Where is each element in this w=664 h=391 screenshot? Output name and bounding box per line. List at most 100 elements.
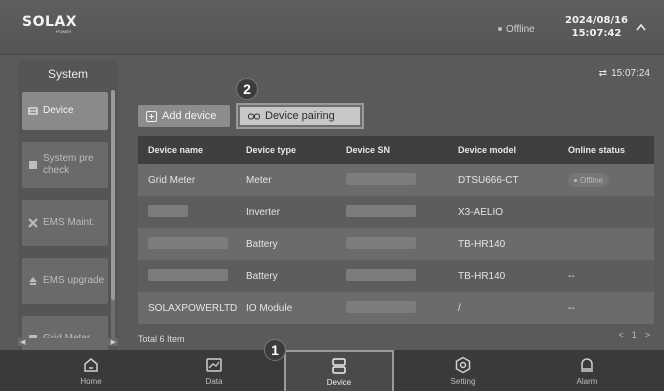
scroll-right-icon[interactable]: ▶ bbox=[111, 338, 116, 346]
device-stack-icon bbox=[332, 357, 346, 374]
logo-text: SOLAX bbox=[22, 14, 78, 30]
annotation-badge-2: 2 bbox=[236, 78, 258, 100]
sidebar-item-ems-upgrade[interactable]: EMS upgrade bbox=[22, 258, 108, 304]
total-count: Total 6 Item bbox=[138, 334, 185, 344]
cell-device-name bbox=[138, 204, 236, 220]
main-panel: ⇄ 15:07:24 Add device Device pairing 2 D… bbox=[124, 60, 664, 350]
cell-device-sn bbox=[336, 172, 448, 188]
bottom-nav: Home Data Device Setting Alarm bbox=[0, 350, 664, 391]
nav-label: Data bbox=[205, 376, 223, 386]
cell-device-model: TB-HR140 bbox=[458, 238, 506, 250]
redacted-name bbox=[148, 204, 188, 217]
status-pill-text: Offline bbox=[580, 175, 603, 185]
sidebar-horizontal-scrollbar[interactable]: ◀ ▶ bbox=[18, 338, 118, 346]
device-pairing-button[interactable]: Device pairing bbox=[238, 105, 362, 127]
add-device-button[interactable]: Add device bbox=[138, 105, 230, 127]
sidebar-item-system-pre-check[interactable]: System pre check bbox=[22, 142, 108, 188]
alarm-icon bbox=[581, 357, 593, 372]
status-dot-icon bbox=[574, 178, 577, 182]
refresh-indicator[interactable]: ⇄ 15:07:24 bbox=[599, 68, 650, 79]
sidebar-item-device[interactable]: Device bbox=[22, 92, 108, 130]
time-text: 15:07:42 bbox=[571, 28, 622, 39]
table-row[interactable]: Inverter X3-AELIO bbox=[138, 196, 654, 228]
column-header: Device SN bbox=[346, 145, 391, 155]
sidebar-item-label: System pre check bbox=[43, 153, 94, 176]
date-text: 2024/08/16 bbox=[565, 15, 628, 26]
table-row[interactable]: Battery TB-HR140 bbox=[138, 228, 654, 260]
add-device-label: Add device bbox=[162, 110, 217, 122]
table-header: Device name Device type Device SN Device… bbox=[138, 136, 654, 164]
check-icon bbox=[29, 161, 37, 169]
gear-icon bbox=[455, 356, 471, 373]
cell-device-name bbox=[138, 236, 236, 252]
redacted-sn bbox=[346, 300, 416, 313]
nav-label: Alarm bbox=[576, 376, 598, 386]
upgrade-icon bbox=[29, 277, 37, 285]
scroll-left-icon[interactable]: ◀ bbox=[20, 338, 25, 346]
column-header: Device type bbox=[246, 145, 297, 155]
nav-label: Home bbox=[80, 376, 102, 386]
cell-device-sn bbox=[336, 236, 448, 252]
chart-icon bbox=[206, 357, 222, 372]
nav-label: Setting bbox=[450, 376, 476, 386]
cell-device-type: Inverter bbox=[246, 206, 280, 218]
nav-home[interactable]: Home bbox=[36, 350, 146, 391]
cell-online-status: -- bbox=[568, 270, 575, 282]
next-page-button[interactable]: > bbox=[645, 330, 650, 340]
datetime: 2024/08/16 15:07:42 bbox=[565, 14, 628, 40]
prev-page-button[interactable]: < bbox=[618, 330, 623, 340]
redacted-name bbox=[148, 268, 228, 281]
cell-device-type: IO Module bbox=[246, 302, 293, 314]
sidebar-item-label: EMS upgrade bbox=[43, 275, 105, 286]
cell-device-type: Battery bbox=[246, 238, 278, 250]
nav-alarm[interactable]: Alarm bbox=[532, 350, 642, 391]
logo: SOLAX POWER bbox=[22, 14, 77, 34]
table-row[interactable]: SOLAXPOWERLTD IO Module / -- bbox=[138, 292, 654, 324]
cell-online-status: Offline bbox=[558, 173, 654, 187]
redacted-sn bbox=[346, 268, 416, 281]
cell-device-sn bbox=[336, 300, 448, 316]
sidebar-scrollbar-thumb[interactable] bbox=[111, 90, 115, 300]
nav-setting[interactable]: Setting bbox=[408, 350, 518, 391]
table-row[interactable]: Grid Meter Meter DTSU666-CT Offline bbox=[138, 164, 654, 196]
sidebar-item-label: Device bbox=[43, 105, 74, 116]
pagination: < 1 > bbox=[618, 330, 650, 340]
column-header: Online status bbox=[568, 145, 626, 155]
cell-device-name: SOLAXPOWERLTD bbox=[148, 302, 238, 314]
cell-device-sn bbox=[336, 204, 448, 220]
sidebar-item-ems-maint[interactable]: EMS Maint. bbox=[22, 200, 108, 246]
sidebar-item-label: EMS Maint. bbox=[43, 217, 95, 228]
sidebar-list: Device System pre check EMS Maint. EMS u… bbox=[22, 92, 108, 350]
chevron-up-icon[interactable] bbox=[636, 23, 646, 31]
refresh-icon[interactable]: ⇄ bbox=[599, 68, 607, 79]
nav-data[interactable]: Data bbox=[159, 350, 269, 391]
cell-device-model: X3-AELIO bbox=[458, 206, 504, 218]
cell-online-status: -- bbox=[568, 302, 575, 314]
page-number[interactable]: 1 bbox=[632, 330, 637, 340]
annotation-badge-1: 1 bbox=[264, 339, 286, 361]
redacted-name bbox=[148, 236, 228, 249]
refresh-time: 15:07:24 bbox=[611, 68, 650, 79]
status-dot-icon bbox=[498, 27, 502, 31]
cell-device-name bbox=[138, 268, 236, 284]
top-bar: SOLAX POWER Offline 2024/08/16 15:07:42 bbox=[0, 0, 664, 55]
cell-device-model: / bbox=[458, 302, 461, 314]
cell-device-model: TB-HR140 bbox=[458, 270, 506, 282]
connection-status-text: Offline bbox=[506, 23, 535, 35]
device-pairing-label: Device pairing bbox=[265, 110, 335, 122]
column-header: Device model bbox=[458, 145, 517, 155]
status-pill: Offline bbox=[568, 173, 609, 187]
connection-status-badge: Offline bbox=[490, 20, 543, 38]
nav-device[interactable]: Device bbox=[284, 350, 394, 391]
nav-label: Device bbox=[326, 377, 352, 387]
link-icon bbox=[248, 113, 260, 119]
device-table: Device name Device type Device SN Device… bbox=[138, 136, 654, 324]
cell-device-type: Meter bbox=[246, 174, 272, 186]
add-icon bbox=[146, 110, 157, 122]
redacted-sn bbox=[346, 236, 416, 249]
cell-device-name: Grid Meter bbox=[148, 174, 196, 186]
device-icon bbox=[28, 107, 38, 115]
redacted-sn bbox=[346, 204, 416, 217]
table-row[interactable]: Battery TB-HR140 -- bbox=[138, 260, 654, 292]
cell-device-model: DTSU666-CT bbox=[458, 174, 519, 186]
